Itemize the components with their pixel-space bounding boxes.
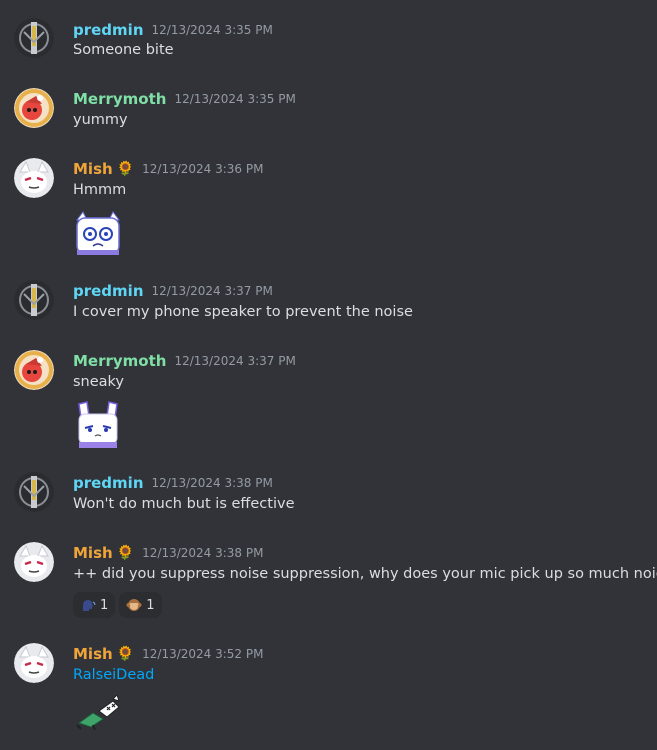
- username[interactable]: predmin: [73, 474, 144, 492]
- bunny-sticker[interactable]: [73, 400, 123, 448]
- avatar-merrymoth[interactable]: [14, 350, 54, 390]
- reaction-see-no-evil-monkey[interactable]: 1: [119, 592, 162, 618]
- ralsei-dead-sticker[interactable]: [73, 694, 123, 741]
- avatar-mish[interactable]: [14, 158, 54, 198]
- reaction-count: 1: [100, 597, 109, 613]
- avatar-mish[interactable]: [14, 542, 54, 582]
- emoji-link[interactable]: RalseiDead: [73, 667, 154, 683]
- timestamp: 12/13/2024 3:38 PM: [142, 546, 264, 560]
- username[interactable]: Mish: [73, 160, 113, 178]
- username[interactable]: Merrymoth: [73, 90, 166, 108]
- message-text: yummy: [73, 112, 128, 128]
- username[interactable]: Mish: [73, 544, 113, 562]
- avatar-predmin[interactable]: [14, 18, 54, 58]
- timestamp: 12/13/2024 3:37 PM: [151, 284, 273, 298]
- timestamp: 12/13/2024 3:36 PM: [142, 162, 264, 176]
- message-text: Hmmm: [73, 182, 127, 198]
- avatar-merrymoth[interactable]: [14, 88, 54, 128]
- reaction-speaking-head[interactable]: 1: [73, 592, 116, 618]
- chat-message-list: predmin 12/13/2024 3:35 PM Someone bite …: [0, 0, 657, 750]
- username[interactable]: Merrymoth: [73, 352, 166, 370]
- sunflower-badge-icon: 🌻: [116, 646, 135, 662]
- timestamp: 12/13/2024 3:52 PM: [142, 647, 264, 661]
- sunflower-badge-icon: 🌻: [116, 161, 135, 177]
- timestamp: 12/13/2024 3:35 PM: [151, 23, 273, 37]
- ralsei-shocked-sticker[interactable]: [73, 210, 123, 256]
- message-text: ++ did you suppress noise suppression, w…: [73, 566, 657, 582]
- avatar-predmin[interactable]: [14, 472, 54, 512]
- see-no-evil-monkey-icon: [126, 597, 142, 613]
- sunflower-badge-icon: 🌻: [116, 545, 135, 561]
- username[interactable]: Mish: [73, 645, 113, 663]
- timestamp: 12/13/2024 3:35 PM: [174, 92, 296, 106]
- username[interactable]: predmin: [73, 282, 144, 300]
- message-text: Someone bite: [73, 42, 174, 58]
- message-text: Won't do much but is effective: [73, 496, 295, 512]
- message-text: sneaky: [73, 374, 125, 390]
- speaking-head-icon: [80, 597, 96, 613]
- message-text: I cover my phone speaker to prevent the …: [73, 304, 413, 320]
- avatar-mish[interactable]: [14, 643, 54, 683]
- reaction-count: 1: [146, 597, 155, 613]
- username[interactable]: predmin: [73, 21, 144, 39]
- reaction-bar: 1 1: [73, 592, 162, 618]
- avatar-predmin[interactable]: [14, 280, 54, 320]
- timestamp: 12/13/2024 3:37 PM: [174, 354, 296, 368]
- timestamp: 12/13/2024 3:38 PM: [151, 476, 273, 490]
